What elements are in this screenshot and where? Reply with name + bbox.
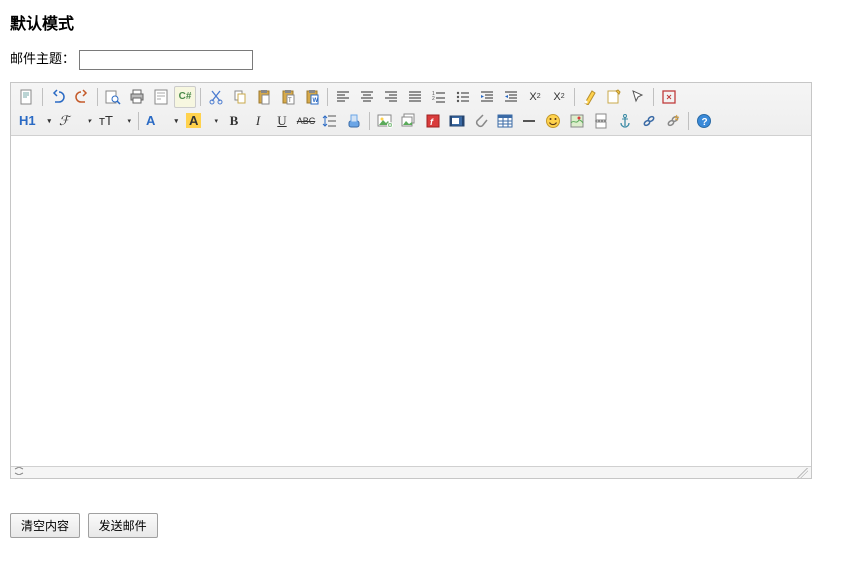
editor: C# T W: [10, 82, 812, 479]
justifyleft-icon[interactable]: [332, 86, 354, 108]
removeformat-icon[interactable]: [343, 110, 365, 132]
template-icon[interactable]: [150, 86, 172, 108]
outdent-icon[interactable]: [500, 86, 522, 108]
editor-corner-grip[interactable]: [796, 468, 808, 478]
clear-button[interactable]: 清空内容: [10, 513, 80, 538]
svg-text:?: ?: [702, 117, 708, 128]
editor-resize-handle[interactable]: [11, 466, 811, 478]
superscript-icon[interactable]: X2: [548, 86, 570, 108]
table-icon[interactable]: [494, 110, 516, 132]
wordpaste-icon[interactable]: W: [301, 86, 323, 108]
subject-row: 邮件主题：: [10, 48, 843, 70]
plainpaste-icon[interactable]: T: [277, 86, 299, 108]
cut-icon[interactable]: [205, 86, 227, 108]
editor-content-area[interactable]: [11, 136, 811, 466]
link-icon[interactable]: [638, 110, 660, 132]
svg-text:2: 2: [432, 96, 435, 102]
fullscreen-icon[interactable]: [658, 86, 680, 108]
anchor-icon[interactable]: [614, 110, 636, 132]
paste-icon[interactable]: [253, 86, 275, 108]
orderedlist-icon[interactable]: 12: [428, 86, 450, 108]
fontsize-select[interactable]: ᴛT▾: [96, 110, 134, 132]
quickformat-icon[interactable]: [603, 86, 625, 108]
svg-text:W: W: [313, 98, 319, 104]
editor-toolbar: C# T W: [11, 83, 811, 136]
subscript-icon[interactable]: X2: [524, 86, 546, 108]
flash-icon[interactable]: f: [422, 110, 444, 132]
code-icon[interactable]: C#: [174, 86, 196, 108]
send-button[interactable]: 发送邮件: [88, 513, 158, 538]
print-icon[interactable]: [126, 86, 148, 108]
media-icon[interactable]: [446, 110, 468, 132]
preview-icon[interactable]: [102, 86, 124, 108]
source-icon[interactable]: [16, 86, 38, 108]
forecolor-select[interactable]: A▾: [143, 110, 181, 132]
subject-label: 邮件主题：: [10, 51, 75, 66]
strikethrough-icon[interactable]: ABC: [295, 110, 317, 132]
formatblock-select[interactable]: H1▾: [16, 110, 54, 132]
svg-text:T: T: [288, 98, 292, 104]
unlink-icon[interactable]: [662, 110, 684, 132]
underline-icon[interactable]: U: [271, 110, 293, 132]
hr-icon[interactable]: [518, 110, 540, 132]
page-title: 默认模式: [10, 10, 843, 34]
subject-input[interactable]: [79, 50, 253, 70]
redo-icon[interactable]: [71, 86, 93, 108]
multiimage-icon[interactable]: [398, 110, 420, 132]
hilitecolor-select[interactable]: A▾: [183, 110, 221, 132]
justifyfull-icon[interactable]: [404, 86, 426, 108]
justifycenter-icon[interactable]: [356, 86, 378, 108]
image-icon[interactable]: [374, 110, 396, 132]
map-icon[interactable]: [566, 110, 588, 132]
copy-icon[interactable]: [229, 86, 251, 108]
about-icon[interactable]: ?: [693, 110, 715, 132]
lineheight-icon[interactable]: [319, 110, 341, 132]
selectall-icon[interactable]: [627, 86, 649, 108]
italic-icon[interactable]: I: [247, 110, 269, 132]
bold-icon[interactable]: B: [223, 110, 245, 132]
fontname-select[interactable]: ℱ▾: [56, 110, 94, 132]
unorderedlist-icon[interactable]: [452, 86, 474, 108]
undo-icon[interactable]: [47, 86, 69, 108]
emoticons-icon[interactable]: [542, 110, 564, 132]
justifyright-icon[interactable]: [380, 86, 402, 108]
file-icon[interactable]: [470, 110, 492, 132]
clearformat-icon[interactable]: [579, 86, 601, 108]
pagebreak-icon[interactable]: [590, 110, 612, 132]
indent-icon[interactable]: [476, 86, 498, 108]
